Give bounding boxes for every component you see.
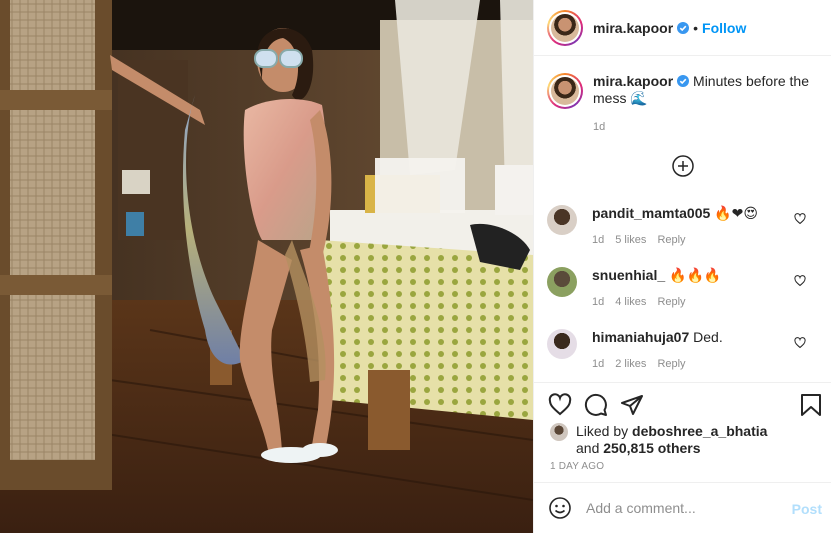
comment-bubble-icon[interactable] bbox=[584, 393, 608, 417]
reply-button[interactable]: Reply bbox=[657, 234, 685, 246]
post-photo[interactable] bbox=[0, 0, 533, 533]
caption-time: 1d bbox=[593, 121, 606, 133]
author-username[interactable]: mira.kapoor bbox=[593, 20, 673, 36]
instagram-post: mira.kapoor • Follow mira.kapoor Minutes… bbox=[0, 0, 831, 533]
comment-input[interactable] bbox=[586, 500, 786, 516]
emoji-smile-icon[interactable] bbox=[548, 496, 572, 520]
comment-item: pandit_mamta005 🔥❤😍 1d 5 likes Reply bbox=[547, 205, 827, 246]
share-paper-plane-icon[interactable] bbox=[620, 393, 644, 417]
save-bookmark-icon[interactable] bbox=[800, 393, 822, 417]
commenter-avatar[interactable] bbox=[547, 205, 577, 235]
verified-badge-icon bbox=[677, 75, 690, 87]
comment-like-heart-icon[interactable] bbox=[794, 275, 806, 287]
plus-circle-icon[interactable] bbox=[672, 155, 694, 177]
post-timestamp[interactable]: 1 DAY AGO bbox=[550, 461, 604, 472]
commenter-username[interactable]: himaniahuja07 bbox=[592, 329, 689, 345]
comment-like-heart-icon[interactable] bbox=[794, 213, 806, 225]
comment-likes[interactable]: 4 likes bbox=[615, 296, 646, 308]
photo-illustration bbox=[0, 0, 533, 533]
post-details-pane: mira.kapoor • Follow mira.kapoor Minutes… bbox=[533, 0, 831, 533]
caption-text: mira.kapoor Minutes before the mess 🌊 bbox=[593, 73, 813, 109]
reply-button[interactable]: Reply bbox=[657, 358, 685, 370]
post-caption: mira.kapoor Minutes before the mess 🌊 bbox=[547, 73, 822, 109]
caption-author-avatar[interactable] bbox=[547, 73, 583, 109]
post-comment-button[interactable]: Post bbox=[792, 501, 822, 517]
commenter-username[interactable]: pandit_mamta005 bbox=[592, 205, 710, 221]
comment-item: himaniahuja07 Ded. 1d 2 likes Reply bbox=[547, 329, 827, 370]
commenter-username[interactable]: snuenhial_ bbox=[592, 267, 665, 283]
liker-avatar[interactable] bbox=[550, 423, 568, 441]
commenter-avatar[interactable] bbox=[547, 267, 577, 297]
follow-button[interactable]: Follow bbox=[702, 20, 746, 36]
comment-like-heart-icon[interactable] bbox=[794, 337, 806, 349]
add-comment-bar: Post bbox=[534, 482, 831, 533]
comment-text: Ded. bbox=[693, 329, 723, 345]
separator-dot: • bbox=[693, 19, 699, 36]
likes-summary: Liked by deboshree_a_bhatia and 250,815 … bbox=[550, 423, 776, 457]
reply-button[interactable]: Reply bbox=[657, 296, 685, 308]
comment-likes[interactable]: 2 likes bbox=[615, 358, 646, 370]
commenter-avatar[interactable] bbox=[547, 329, 577, 359]
liked-by-and: and bbox=[576, 440, 600, 456]
author-avatar[interactable] bbox=[547, 9, 583, 46]
liked-by-username[interactable]: deboshree_a_bhatia bbox=[632, 423, 767, 439]
caption-emoji: 🌊 bbox=[630, 90, 648, 106]
comment-item: snuenhial_ 🔥🔥🔥 1d 4 likes Reply bbox=[547, 267, 827, 308]
comment-time: 1d bbox=[592, 358, 605, 370]
likes-count[interactable]: 250,815 others bbox=[603, 440, 700, 456]
post-header: mira.kapoor • Follow bbox=[534, 0, 831, 56]
comment-likes[interactable]: 5 likes bbox=[615, 234, 646, 246]
comment-time: 1d bbox=[592, 234, 605, 246]
comment-text: 🔥❤😍 bbox=[714, 205, 758, 221]
like-heart-icon[interactable] bbox=[548, 393, 572, 417]
caption-username[interactable]: mira.kapoor bbox=[593, 73, 673, 89]
liked-by-prefix: Liked by bbox=[576, 423, 629, 439]
comment-text: 🔥🔥🔥 bbox=[669, 267, 722, 283]
comment-time: 1d bbox=[592, 296, 605, 308]
verified-badge-icon bbox=[677, 21, 690, 34]
